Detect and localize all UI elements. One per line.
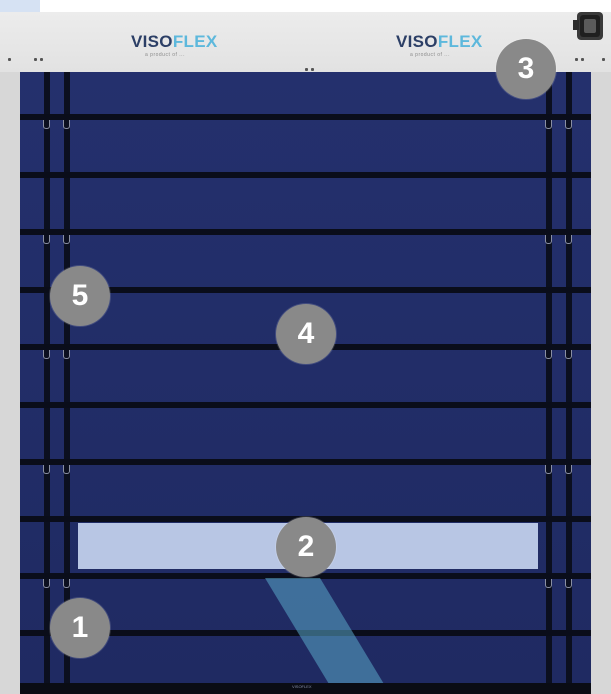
callout-4: 4 — [276, 304, 336, 364]
hook — [43, 120, 50, 129]
hook — [545, 350, 552, 359]
wind-bar — [20, 402, 591, 408]
door-curtain — [20, 72, 591, 694]
screw — [40, 58, 43, 61]
screw — [602, 58, 605, 61]
brand-logo: VISOFLEX — [131, 32, 217, 52]
hook — [545, 120, 552, 129]
callout-2: 2 — [276, 517, 336, 577]
hook — [63, 465, 70, 474]
wind-bar — [20, 114, 591, 120]
wind-bar — [20, 229, 591, 235]
hook — [545, 235, 552, 244]
hook — [545, 465, 552, 474]
hook — [565, 120, 572, 129]
screw — [311, 68, 314, 71]
brand-text-dark: VISO — [396, 32, 438, 51]
hook — [565, 579, 572, 588]
wind-bar — [20, 459, 591, 465]
callout-3: 3 — [496, 39, 556, 99]
hook — [43, 579, 50, 588]
brand-text-light: FLEX — [437, 32, 483, 51]
guide-rail — [44, 72, 50, 690]
hook — [63, 350, 70, 359]
guide-rail — [546, 72, 552, 690]
hook — [565, 235, 572, 244]
hook — [565, 350, 572, 359]
brand-subtitle: a product of ... — [145, 52, 185, 58]
screw — [581, 58, 584, 61]
hook — [565, 465, 572, 474]
hook — [63, 120, 70, 129]
guide-rail — [566, 72, 572, 690]
hook — [63, 235, 70, 244]
guide-rail — [64, 72, 70, 690]
brand-text-light: FLEX — [172, 32, 218, 51]
bottom-brand-mark: VISOFLEX — [292, 684, 312, 689]
screw — [305, 68, 308, 71]
right-side-frame — [591, 72, 611, 694]
hook — [43, 350, 50, 359]
left-side-frame — [0, 72, 20, 694]
hook — [545, 579, 552, 588]
brand-text-dark: VISO — [131, 32, 173, 51]
hook — [43, 235, 50, 244]
hook — [43, 465, 50, 474]
callout-5: 5 — [50, 266, 110, 326]
brand-logo: VISOFLEX — [396, 32, 482, 52]
motor-icon — [573, 12, 603, 40]
screw — [8, 58, 11, 61]
callout-1: 1 — [50, 598, 110, 658]
screw — [34, 58, 37, 61]
brand-subtitle: a product of ... — [410, 52, 450, 58]
screw — [575, 58, 578, 61]
hook — [63, 579, 70, 588]
door-diagram: VISOFLEX a product of ... VISOFLEX a pro… — [0, 0, 611, 694]
wind-bar — [20, 172, 591, 178]
